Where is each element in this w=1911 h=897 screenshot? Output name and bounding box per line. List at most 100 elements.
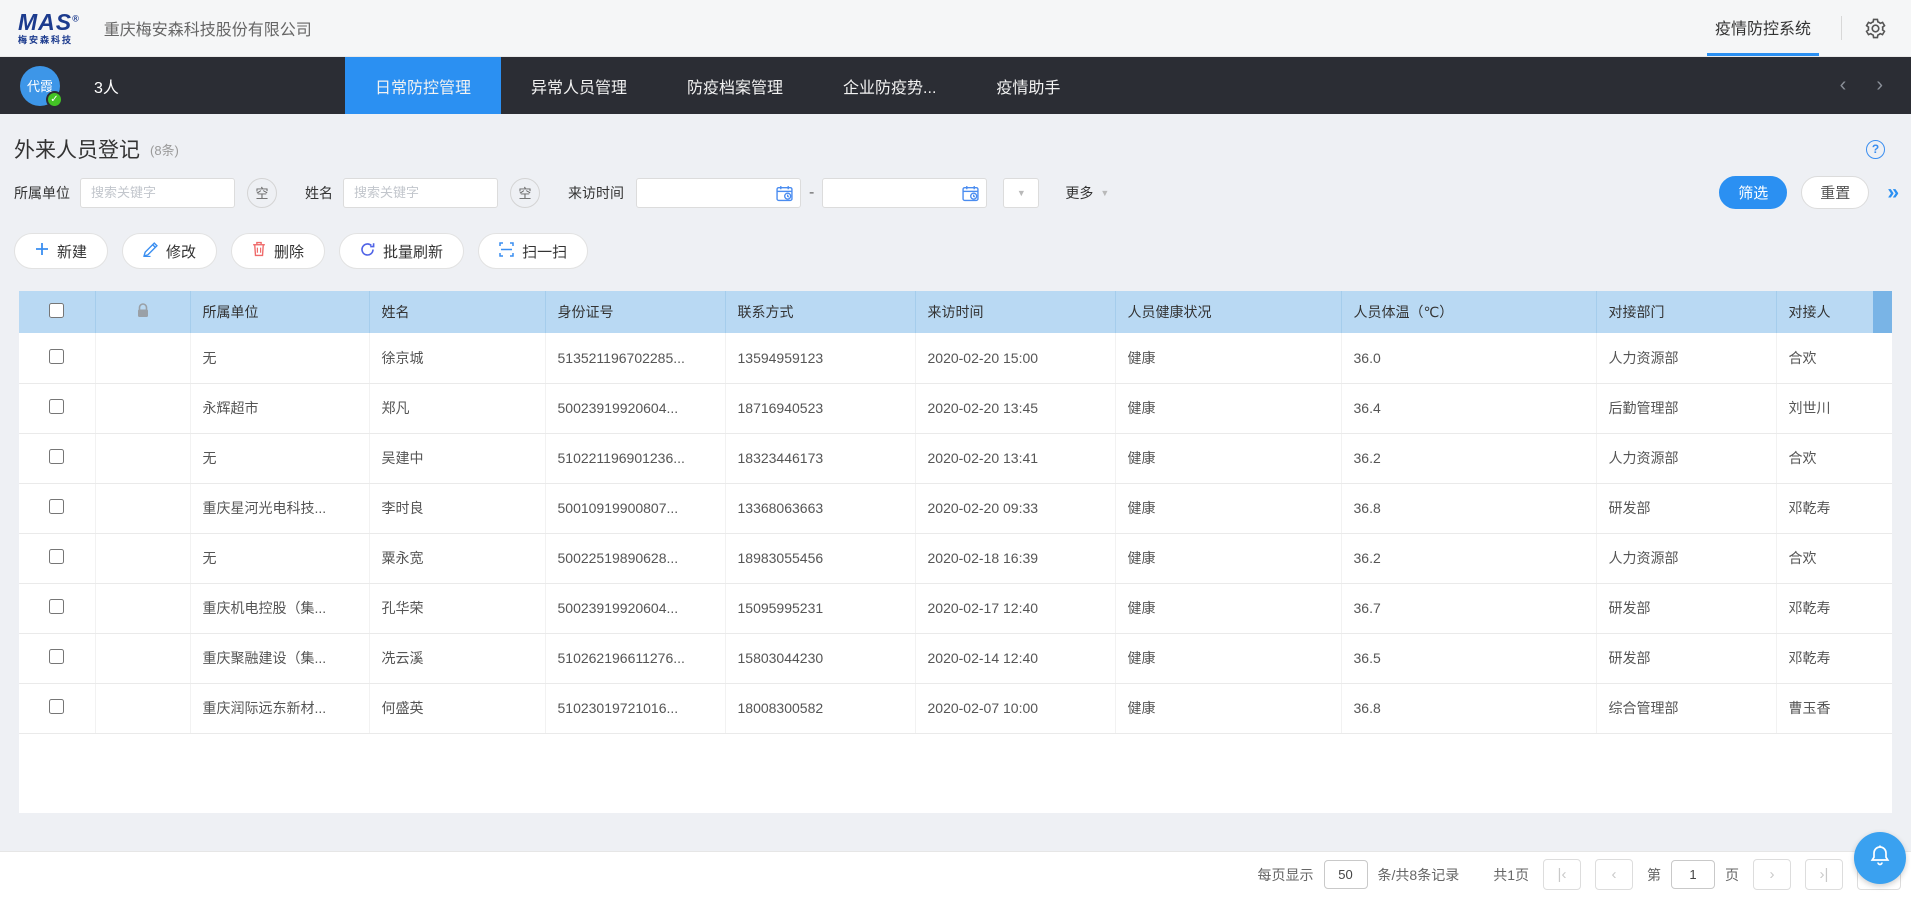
row-checkbox[interactable] — [49, 599, 64, 614]
pencil-icon — [143, 242, 158, 261]
cell-phone: 18008300582 — [725, 683, 915, 733]
column-header-temperature[interactable]: 人员体温（℃） — [1341, 291, 1596, 333]
total-pages-label: 共1页 — [1493, 865, 1529, 885]
unit-filter-label: 所属单位 — [14, 183, 70, 203]
page-number-input[interactable] — [1671, 860, 1715, 889]
cell-id_number: 51023019721016... — [545, 683, 725, 733]
tab-epidemic-assistant[interactable]: 疫情助手 — [966, 57, 1090, 114]
table-row: 无吴建中510221196901236...183234461732020-02… — [19, 433, 1892, 483]
cell-contact: 邓乾寿 — [1776, 633, 1892, 683]
scan-button[interactable]: 扫一扫 — [478, 233, 588, 269]
cell-temperature: 36.8 — [1341, 683, 1596, 733]
cell-health: 健康 — [1115, 483, 1341, 533]
cell-temperature: 36.7 — [1341, 583, 1596, 633]
cell-phone: 15803044230 — [725, 633, 915, 683]
filter-bar: 所属单位 空 姓名 空 来访时间 — [0, 176, 1911, 209]
column-header-unit[interactable]: 所属单位 — [190, 291, 369, 333]
batch-refresh-button[interactable]: 批量刷新 — [339, 233, 464, 269]
delete-button-label: 删除 — [274, 241, 304, 262]
column-header-department[interactable]: 对接部门 — [1596, 291, 1776, 333]
name-search-input[interactable] — [343, 178, 498, 208]
row-lock-cell — [95, 433, 190, 483]
cell-temperature: 36.2 — [1341, 433, 1596, 483]
records-total-label: 条/共8条记录 — [1378, 865, 1460, 885]
avatar[interactable]: 代霞 ✓ — [20, 66, 60, 106]
cell-temperature: 36.0 — [1341, 333, 1596, 383]
visitor-table: 所属单位 姓名 身份证号 联系方式 来访时间 人员健康状况 人员体温（℃） 对接… — [19, 291, 1892, 734]
cell-phone: 13368063663 — [725, 483, 915, 533]
unit-search-input[interactable] — [80, 178, 235, 208]
select-all-cell — [19, 291, 95, 333]
column-header-name[interactable]: 姓名 — [369, 291, 545, 333]
cell-id_number: 510262196611276... — [545, 633, 725, 683]
notification-bell-button[interactable] — [1854, 832, 1906, 884]
row-checkbox[interactable] — [49, 349, 64, 364]
cell-health: 健康 — [1115, 533, 1341, 583]
visit-time-filter-label: 来访时间 — [568, 183, 624, 203]
row-lock-cell — [95, 583, 190, 633]
row-checkbox[interactable] — [49, 399, 64, 414]
prev-page-button[interactable]: ‹ — [1595, 859, 1633, 890]
tab-epidemic-archives[interactable]: 防疫档案管理 — [657, 57, 813, 114]
new-button[interactable]: 新建 — [14, 233, 108, 269]
filter-button[interactable]: 筛选 — [1719, 176, 1787, 209]
more-filters-toggle[interactable]: 更多 ▼ — [1065, 183, 1109, 203]
select-all-checkbox[interactable] — [49, 303, 64, 318]
name-empty-button[interactable]: 空 — [510, 178, 540, 208]
per-page-input[interactable] — [1324, 860, 1368, 889]
cell-contact: 合欢 — [1776, 433, 1892, 483]
next-page-button[interactable]: › — [1753, 859, 1791, 890]
tab-daily-control[interactable]: 日常防控管理 — [345, 57, 501, 114]
cell-visit_time: 2020-02-20 15:00 — [915, 333, 1115, 383]
row-checkbox[interactable] — [49, 649, 64, 664]
registered-mark: ® — [72, 13, 80, 23]
cell-unit: 无 — [190, 433, 369, 483]
column-header-visit-time[interactable]: 来访时间 — [915, 291, 1115, 333]
row-checkbox[interactable] — [49, 699, 64, 714]
table-body: 无徐京城513521196702285...135949591232020-02… — [19, 333, 1892, 733]
table-row: 重庆机电控股（集...孔华荣50023919920604...150959952… — [19, 583, 1892, 633]
expand-filters-icon[interactable]: » — [1887, 181, 1897, 205]
table-scrollbar[interactable] — [1873, 291, 1892, 333]
cell-health: 健康 — [1115, 433, 1341, 483]
cell-visit_time: 2020-02-07 10:00 — [915, 683, 1115, 733]
cell-visit_time: 2020-02-14 12:40 — [915, 633, 1115, 683]
cell-phone: 13594959123 — [725, 333, 915, 383]
cell-name: 何盛英 — [369, 683, 545, 733]
reset-button[interactable]: 重置 — [1801, 176, 1869, 209]
edit-button-label: 修改 — [166, 241, 196, 262]
first-page-button[interactable]: |‹ — [1543, 859, 1581, 890]
help-icon[interactable]: ? — [1866, 140, 1885, 159]
cell-department: 人力资源部 — [1596, 433, 1776, 483]
date-preset-dropdown[interactable]: ▼ — [1003, 178, 1039, 208]
cell-department: 后勤管理部 — [1596, 383, 1776, 433]
last-page-button[interactable]: ›| — [1805, 859, 1843, 890]
column-header-id[interactable]: 身份证号 — [545, 291, 725, 333]
column-header-phone[interactable]: 联系方式 — [725, 291, 915, 333]
system-nav-tab[interactable]: 疫情防控系统 — [1707, 0, 1819, 56]
row-lock-cell — [95, 533, 190, 583]
gear-icon[interactable] — [1864, 17, 1887, 40]
cell-id_number: 50023919920604... — [545, 583, 725, 633]
row-checkbox[interactable] — [49, 499, 64, 514]
page-prefix-label: 第 — [1647, 865, 1661, 885]
chevron-right-icon[interactable]: › — [1876, 74, 1883, 97]
column-header-health[interactable]: 人员健康状况 — [1115, 291, 1341, 333]
tab-enterprise-situation[interactable]: 企业防疫势... — [813, 57, 966, 114]
edit-button[interactable]: 修改 — [122, 233, 217, 269]
cell-name: 冼云溪 — [369, 633, 545, 683]
tab-abnormal-personnel[interactable]: 异常人员管理 — [501, 57, 657, 114]
unit-empty-button[interactable]: 空 — [247, 178, 277, 208]
cell-health: 健康 — [1115, 683, 1341, 733]
calendar-icon[interactable] — [962, 185, 979, 207]
table-row: 重庆星河光电科技...李时良50010919900807...133680636… — [19, 483, 1892, 533]
calendar-icon[interactable] — [776, 185, 793, 207]
row-checkbox[interactable] — [49, 449, 64, 464]
chevron-left-icon[interactable]: ‹ — [1840, 74, 1847, 97]
delete-button[interactable]: 删除 — [231, 233, 325, 269]
row-checkbox[interactable] — [49, 549, 64, 564]
new-button-label: 新建 — [57, 241, 87, 262]
cell-unit: 重庆星河光电科技... — [190, 483, 369, 533]
row-checkbox-cell — [19, 683, 95, 733]
row-lock-cell — [95, 383, 190, 433]
